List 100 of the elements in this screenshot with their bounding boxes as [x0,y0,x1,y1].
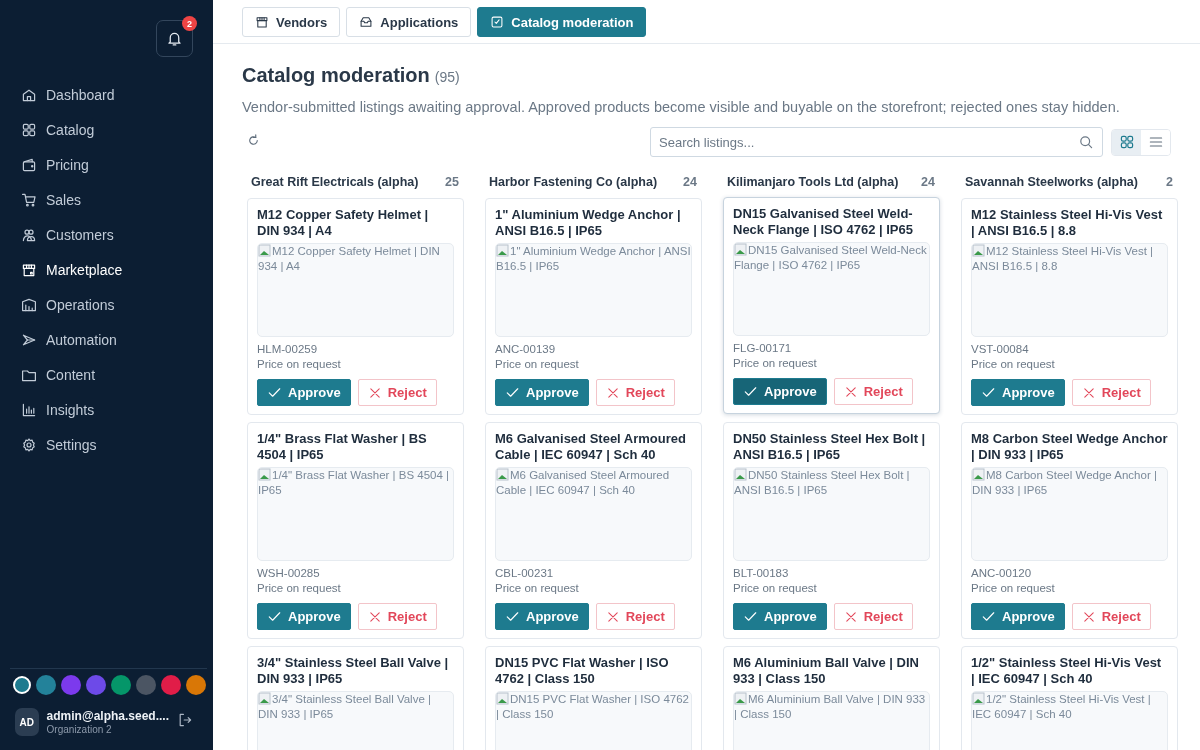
sku-code: BLT-00183 [733,566,790,581]
sku-code: VST-00084 [971,342,1030,357]
reject-button[interactable]: Reject [833,378,913,405]
approve-button[interactable]: Approve [971,379,1065,406]
price-text: Price on request [257,357,342,372]
image-alt-text: 1/4" Brass Flat Washer | BS 4504 | IP65 [258,468,451,498]
color-swatch[interactable] [186,675,206,695]
reject-button[interactable]: Reject [595,603,675,630]
approve-button[interactable]: Approve [495,603,589,630]
image-alt-text: 1/2" Stainless Steel Hi-Vis Vest | IEC 60947 | Sch 40 [972,692,1152,722]
listing-title: M6 Galvanised Steel Armoured Cable | IEC 60947 | Sch 40 [495,431,687,463]
approve-button[interactable]: Approve [971,603,1065,630]
listing-title: 1/2" Stainless Steel Hi-Vis Vest | IEC 60947 | Sch 40 [971,655,1163,687]
list-view-icon [1147,134,1164,150]
color-swatch[interactable] [36,675,56,695]
search-field[interactable]: Search listings... [650,127,1103,157]
reject-button[interactable]: Reject [1071,603,1151,630]
reject-button[interactable]: Reject [1071,379,1151,406]
nav-item[interactable]: Automation [0,322,213,357]
check-icon [743,384,758,399]
tab[interactable]: Vendors [242,7,341,37]
image-alt-text: 3/4" Stainless Steel Ball Valve | DIN 933 | IP65 [258,692,432,722]
check-icon [267,385,282,400]
nav-item[interactable]: Customers [0,217,213,252]
image-alt-text: M12 Stainless Steel Hi-Vis Vest | ANSI B16.5 | 8.8 [972,244,1155,274]
image-alt-text: DN50 Stainless Steel Hex Bolt | ANSI B16.5 | IP65 [734,468,911,498]
notification-count: 2 [182,16,197,31]
color-swatch[interactable] [136,675,156,695]
organization-name: Organization 2 [46,724,113,735]
image-alt-text: DN15 Galvanised Steel Weld-Neck Flange | ISO 4762 | IP65 [734,243,928,273]
check-icon [267,609,282,624]
close-icon [1081,609,1096,624]
vendor-name: Kilimanjaro Tools Ltd (alpha) [727,175,899,189]
building-icon [21,296,37,313]
nav-item[interactable]: Operations [0,287,213,322]
check-icon [505,385,520,400]
refresh-icon [246,132,261,148]
nav-item[interactable]: Marketplace [0,252,213,287]
settings-icon [21,436,37,453]
image-alt-text: M12 Copper Safety Helmet | DIN 934 | A4 [258,244,441,274]
search-icon [1078,134,1094,150]
bell-icon [166,30,183,47]
grid-view-icon [1118,134,1135,150]
approve-button[interactable]: Approve [257,603,351,630]
sku-code: WSH-00285 [257,566,321,581]
listing-title: M6 Aluminium Ball Valve | DIN 933 | Class 150 [733,655,920,687]
listing-title: 1/4" Brass Flat Washer | BS 4504 | IP65 [257,431,428,463]
price-text: Price on request [971,357,1056,372]
nav-item[interactable]: Insights [0,392,213,427]
approve-button[interactable]: Approve [257,379,351,406]
close-icon [605,385,620,400]
price-text: Price on request [733,581,818,596]
listing-title: DN50 Stainless Steel Hex Bolt | ANSI B16.5 | IP65 [733,431,927,463]
nav-item[interactable]: Settings [0,427,213,462]
color-swatch[interactable] [86,675,106,695]
tab[interactable]: Catalog moderation [477,7,647,37]
color-swatch[interactable] [161,675,181,695]
check-icon [505,609,520,624]
nav-item[interactable]: Dashboard [0,77,213,112]
reject-button[interactable]: Reject [357,603,437,630]
approve-button[interactable]: Approve [495,379,589,406]
nav-item[interactable]: Sales [0,182,213,217]
sku-code: HLM-00259 [257,342,319,357]
approve-button[interactable]: Approve [733,603,827,630]
reject-button[interactable]: Reject [833,603,913,630]
approve-button[interactable]: Approve [733,378,827,405]
inbox-icon [359,15,374,29]
image-alt-text: M6 Galvanised Steel Armoured Cable | IEC 60947 | Sch 40 [496,468,671,498]
close-icon [605,609,620,624]
close-icon [843,609,858,624]
nav-item[interactable]: Catalog [0,112,213,147]
price-text: Price on request [495,357,580,372]
cart-icon [21,191,37,208]
check-icon [981,385,996,400]
color-swatch[interactable] [111,675,131,695]
page-title: Catalog moderation [242,64,430,87]
nav-item[interactable]: Pricing [0,147,213,182]
color-swatch[interactable] [61,675,81,695]
reject-button[interactable]: Reject [595,379,675,406]
tab[interactable]: Applications [346,7,472,37]
close-icon [843,384,858,399]
vendor-count: 2 [1166,175,1173,189]
listing-title: 3/4" Stainless Steel Ball Valve | DIN 933 | IP65 [257,655,450,687]
vendor-count: 25 [445,175,459,189]
checkbox-icon [490,15,505,29]
sku-code: FLG-00171 [733,341,793,356]
vendor-count: 24 [921,175,935,189]
listing-title: M8 Carbon Steel Wedge Anchor | DIN 933 | IP65 [971,431,1168,463]
listing-title: 1" Aluminium Wedge Anchor | ANSI B16.5 | IP65 [495,207,682,239]
listing-title: M12 Stainless Steel Hi-Vis Vest | ANSI B16.5 | 8.8 [971,207,1164,239]
image-alt-text: M8 Carbon Steel Wedge Anchor | DIN 933 | IP65 [972,468,1158,498]
close-icon [367,609,382,624]
page-description: Vendor-submitted listings awaiting approval. Approved products become visible and buyable on the storefront; rejected ones stay hidden. [242,99,1121,115]
vendor-name: Savannah Steelworks (alpha) [965,175,1138,189]
sku-code: ANC-00139 [495,342,557,357]
nav-item[interactable]: Content [0,357,213,392]
close-icon [367,385,382,400]
color-swatch[interactable] [13,676,31,694]
reject-button[interactable]: Reject [357,379,437,406]
grid-view-button[interactable] [1112,129,1141,155]
